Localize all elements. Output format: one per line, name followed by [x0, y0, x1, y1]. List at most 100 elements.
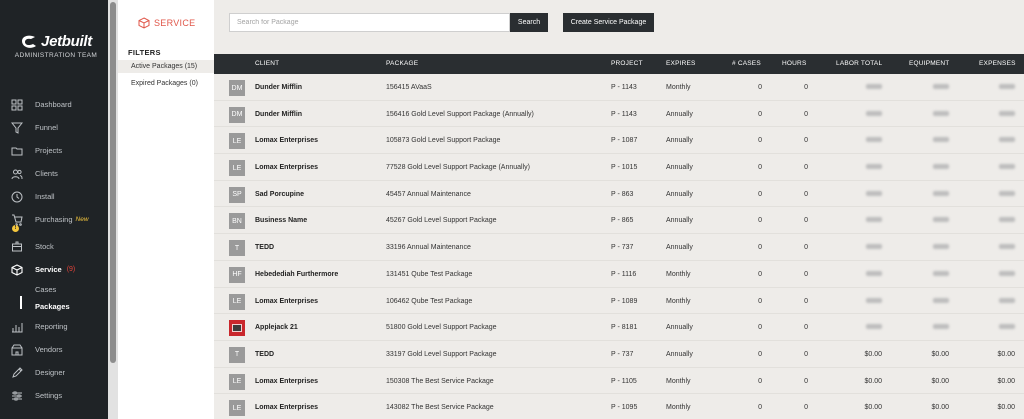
cube-icon: [11, 263, 23, 276]
client-name[interactable]: Business Name: [255, 217, 307, 224]
column-header-project[interactable]: PROJECT: [611, 60, 643, 67]
package-name[interactable]: 143082 The Best Service Package: [386, 404, 494, 411]
project-number[interactable]: P - 863: [611, 191, 633, 198]
sidebar-item-label: Funnel: [35, 123, 58, 132]
table-row[interactable]: DM Dunder Mifflin 156415 AVaaS P - 1143 Mont…: [214, 74, 1024, 101]
sidebar-item-funnel[interactable]: Funnel: [0, 116, 108, 139]
table-row[interactable]: LE Lomax Enterprises 105873 Gold Level Sup…: [214, 127, 1024, 155]
table-row[interactable]: BN Business Name 45267 Gold Level Support …: [214, 207, 1024, 235]
column-header-expires[interactable]: EXPIRES: [666, 60, 696, 67]
client-name[interactable]: Lomax Enterprises: [255, 137, 318, 144]
client-name[interactable]: Lomax Enterprises: [255, 378, 318, 385]
client-name[interactable]: Sad Porcupine: [255, 191, 304, 198]
package-name[interactable]: 77528 Gold Level Support Package (Annual…: [386, 164, 530, 171]
sidebar-item-service[interactable]: Service (9): [0, 258, 108, 281]
expenses-total-blurred: [999, 164, 1015, 171]
project-number[interactable]: P - 1095: [611, 404, 637, 411]
logo[interactable]: Jetbuilt ADMINISTRATION TEAM: [14, 33, 98, 59]
client-name[interactable]: Applejack 21: [255, 324, 298, 331]
search-input[interactable]: [229, 13, 510, 32]
column-header-client[interactable]: CLIENT: [255, 60, 279, 67]
project-number[interactable]: P - 1143: [611, 111, 637, 118]
project-number[interactable]: P - 1089: [611, 298, 637, 305]
table-row[interactable]: HF Hebedediah Furthermore 131451 Qube Test…: [214, 261, 1024, 288]
client-name[interactable]: Lomax Enterprises: [255, 404, 318, 411]
table-header: CLIENT PACKAGE PROJECT EXPIRES # CASES H…: [214, 54, 1024, 74]
project-number[interactable]: P - 1087: [611, 137, 637, 144]
table-row[interactable]: Applejack 21 51800 Gold Level Support Pac…: [214, 314, 1024, 341]
package-name[interactable]: 51800 Gold Level Support Package: [386, 324, 497, 331]
expires-value: Annually: [666, 164, 693, 172]
cases-count: 0: [758, 350, 762, 358]
scrollbar-thumb[interactable]: [110, 2, 116, 363]
client-name[interactable]: TEDD: [255, 244, 274, 251]
sidebar-item-clients[interactable]: Clients: [0, 162, 108, 185]
project-number[interactable]: P - 1105: [611, 378, 637, 385]
package-name[interactable]: 156416 Gold Level Support Package (Annua…: [386, 111, 534, 118]
sidebar-item-dashboard[interactable]: Dashboard: [0, 93, 108, 116]
package-name[interactable]: 106462 Qube Test Package: [386, 298, 472, 305]
column-header-hours[interactable]: HOURS: [782, 60, 806, 67]
table-row[interactable]: LE Lomax Enterprises 143082 The Best Servi…: [214, 394, 1024, 419]
project-number[interactable]: P - 8181: [611, 324, 637, 331]
package-name[interactable]: 131451 Qube Test Package: [386, 271, 472, 278]
expenses-total-blurred: [999, 217, 1015, 224]
table-row[interactable]: SP Sad Porcupine 45457 Annual Maintenance P…: [214, 181, 1024, 208]
create-service-package-button[interactable]: Create Service Package: [563, 13, 654, 32]
sidebar-item-reporting[interactable]: Reporting: [0, 315, 108, 338]
sidebar-item-projects[interactable]: Projects: [0, 139, 108, 162]
client-name[interactable]: Dunder Mifflin: [255, 111, 302, 118]
sidebar-item-purchasing[interactable]: Purchasing New !: [0, 208, 108, 232]
table-row[interactable]: T TEDD 33197 Gold Level Support Package P -…: [214, 341, 1024, 368]
column-header-labor-total[interactable]: LABOR TOTAL: [836, 60, 882, 67]
project-number[interactable]: P - 1143: [611, 84, 637, 91]
hours-value: 0: [804, 137, 808, 145]
subnav-item-packages[interactable]: Packages: [35, 298, 108, 315]
package-name[interactable]: 150308 The Best Service Package: [386, 378, 494, 385]
client-name[interactable]: Hebedediah Furthermore: [255, 271, 338, 278]
client-name[interactable]: Lomax Enterprises: [255, 298, 318, 305]
filter-active-packages[interactable]: Active Packages (15): [118, 60, 214, 73]
expires-value: Annually: [666, 350, 693, 358]
table-row[interactable]: LE Lomax Enterprises 106462 Qube Test Pack…: [214, 288, 1024, 315]
filter-expired-packages[interactable]: Expired Packages (0): [118, 77, 214, 90]
project-number[interactable]: P - 737: [611, 351, 633, 358]
project-number[interactable]: P - 737: [611, 244, 633, 251]
column-header-equipment[interactable]: EQUIPMENT: [909, 60, 949, 67]
column-header-package[interactable]: PACKAGE: [386, 60, 418, 67]
table-row[interactable]: LE Lomax Enterprises 150308 The Best Servi…: [214, 368, 1024, 395]
sidebar-item-stock[interactable]: Stock: [0, 235, 108, 258]
package-name[interactable]: 33196 Annual Maintenance: [386, 244, 471, 251]
new-badge: New: [75, 216, 89, 223]
table-row[interactable]: T TEDD 33196 Annual Maintenance P - 737 Annu…: [214, 234, 1024, 261]
package-name[interactable]: 156415 AVaaS: [386, 84, 432, 91]
client-name[interactable]: TEDD: [255, 351, 274, 358]
client-name[interactable]: Lomax Enterprises: [255, 164, 318, 171]
column-header-cases[interactable]: # CASES: [732, 60, 761, 67]
sidebar-scrollbar[interactable]: [108, 0, 118, 419]
client-name[interactable]: Dunder Mifflin: [255, 84, 302, 91]
column-header-expenses[interactable]: EXPENSES: [979, 60, 1016, 67]
sidebar-item-label: Vendors: [35, 345, 63, 354]
project-number[interactable]: P - 1015: [611, 164, 637, 171]
search-button[interactable]: Search: [510, 13, 548, 32]
equipment-total-blurred: [933, 164, 949, 171]
hours-value: 0: [804, 244, 808, 252]
project-number[interactable]: P - 1116: [611, 271, 636, 278]
package-name[interactable]: 105873 Gold Level Support Package: [386, 137, 500, 144]
package-name[interactable]: 45457 Annual Maintenance: [386, 191, 471, 198]
expenses-total-blurred: [999, 324, 1015, 331]
subnav-item-cases[interactable]: Cases: [35, 281, 108, 298]
sidebar-item-designer[interactable]: Designer: [0, 361, 108, 384]
package-name[interactable]: 33197 Gold Level Support Package: [386, 351, 497, 358]
package-name[interactable]: 45267 Gold Level Support Package: [386, 217, 497, 224]
hours-value: 0: [804, 190, 808, 198]
sidebar-item-vendors[interactable]: Vendors: [0, 338, 108, 361]
sidebar-item-install[interactable]: Install: [0, 185, 108, 208]
service-subnav: Cases Packages: [0, 281, 108, 315]
sidebar-item-settings[interactable]: Settings: [0, 384, 108, 407]
table-row[interactable]: DM Dunder Mifflin 156416 Gold Level Suppor…: [214, 101, 1024, 128]
sidebar-item-label: Stock: [35, 242, 54, 251]
table-row[interactable]: LE Lomax Enterprises 77528 Gold Level Supp…: [214, 154, 1024, 181]
project-number[interactable]: P - 865: [611, 217, 633, 224]
